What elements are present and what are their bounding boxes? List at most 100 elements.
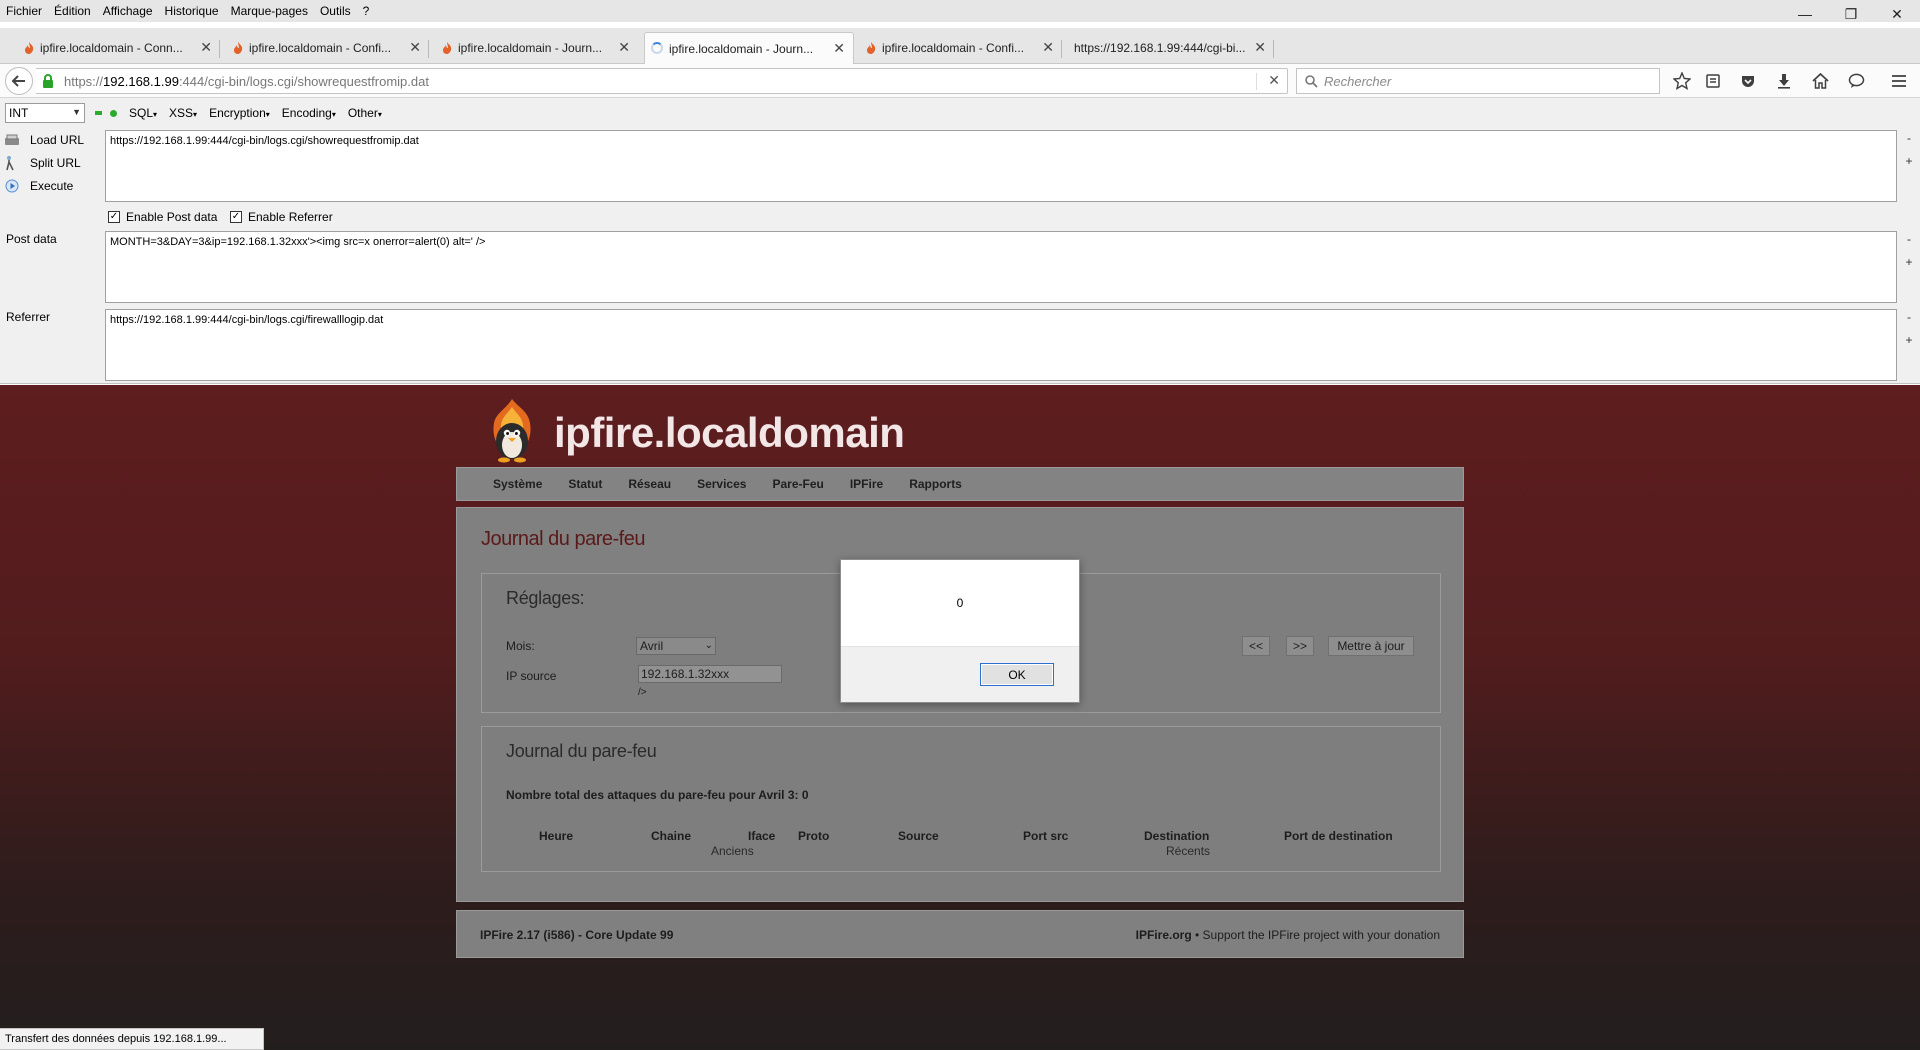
ipfire-flame-icon	[867, 42, 876, 54]
menu-affichage[interactable]: Affichage	[97, 1, 159, 21]
close-icon[interactable]: ✕	[200, 39, 212, 56]
int-select-value: INT	[9, 106, 29, 120]
load-url-button[interactable]: Load URL	[4, 130, 84, 150]
referrer-expand-button[interactable]: +	[1904, 329, 1914, 352]
bookmark-star-icon[interactable]	[1671, 70, 1693, 92]
close-icon[interactable]: ✕	[1042, 39, 1054, 56]
back-arrow-icon	[11, 75, 25, 87]
menu-historique[interactable]: Historique	[159, 1, 225, 21]
lock-icon[interactable]	[42, 74, 56, 88]
menu-aide[interactable]: ?	[357, 1, 376, 21]
close-icon[interactable]: ✕	[833, 40, 845, 57]
ip-source-input[interactable]: 192.168.1.32xxx	[638, 665, 782, 683]
post-data-textarea[interactable]: MONTH=3&DAY=3&ip=192.168.1.32xxx'><img s…	[105, 231, 1897, 303]
nav-services[interactable]: Services	[697, 477, 746, 491]
status-bar: Transfert des données depuis 192.168.1.9…	[0, 1028, 264, 1050]
nav-ipfire[interactable]: IPFire	[850, 477, 883, 491]
nav-pare-feu[interactable]: Pare-Feu	[772, 477, 823, 491]
month-select[interactable]: Avril ⌄	[636, 637, 716, 655]
older-link[interactable]: Anciens	[711, 844, 754, 858]
tab-label: ipfire.localdomain - Confi...	[882, 41, 1025, 55]
tab-separator	[428, 40, 429, 58]
search-input[interactable]: Rechercher	[1296, 68, 1660, 94]
tab-6[interactable]: https://192.168.1.99:444/cgi-bi... ✕	[1066, 32, 1274, 64]
encryption-menu[interactable]: Encryption▾	[209, 106, 270, 120]
split-url-button[interactable]: Split URL	[4, 153, 81, 173]
alert-dialog: 0 OK	[840, 559, 1080, 703]
ok-button[interactable]: OK	[980, 663, 1054, 686]
column-chaine: Chaine	[651, 829, 692, 843]
home-icon[interactable]	[1809, 70, 1831, 92]
ipfire-flame-icon	[25, 42, 34, 54]
chat-bubble-icon[interactable]	[1845, 70, 1867, 92]
enable-post-checkbox[interactable]: ✓ Enable Post data	[108, 210, 217, 224]
navigation-bar: https://192.168.1.99:444/cgi-bin/logs.cg…	[0, 64, 1920, 98]
url-bar[interactable]: https://192.168.1.99:444/cgi-bin/logs.cg…	[36, 68, 1288, 94]
tab-5[interactable]: ipfire.localdomain - Confi... ✕	[858, 32, 1062, 64]
search-icon	[1305, 74, 1318, 88]
nav-rapports[interactable]: Rapports	[909, 477, 962, 491]
url-text[interactable]: https://192.168.1.99:444/cgi-bin/logs.cg…	[64, 74, 429, 89]
nav-reseau[interactable]: Réseau	[628, 477, 671, 491]
referrer-textarea[interactable]: https://192.168.1.99:444/cgi-bin/logs.cg…	[105, 309, 1897, 381]
back-button[interactable]	[5, 67, 33, 95]
column-port-src: Port src	[1023, 829, 1069, 843]
minimize-button[interactable]: —	[1782, 0, 1828, 28]
close-icon[interactable]: ✕	[409, 39, 421, 56]
tab-2[interactable]: ipfire.localdomain - Confi... ✕	[225, 32, 429, 64]
hackbar-toolbar: INT ▼ SQL▾ XSS▾ Encryption▾ Encoding▾ Ot…	[0, 102, 1920, 124]
reading-list-icon[interactable]	[1702, 70, 1724, 92]
sql-menu[interactable]: SQL▾	[129, 106, 157, 120]
xss-menu[interactable]: XSS▾	[169, 106, 197, 120]
load-url-icon	[4, 132, 20, 148]
web-page: ipfire.localdomain Système Statut Réseau…	[0, 385, 1920, 1050]
execute-button[interactable]: Execute	[4, 176, 73, 196]
int-select[interactable]: INT ▼	[5, 103, 85, 123]
firewall-log-legend: Journal du pare-feu	[506, 741, 657, 761]
update-button[interactable]: Mettre à jour	[1328, 636, 1414, 656]
nav-systeme[interactable]: Système	[493, 477, 542, 491]
post-shrink-button[interactable]: -	[1904, 228, 1914, 251]
column-port-destination: Port de destination	[1284, 829, 1393, 843]
clear-url-icon[interactable]: ✕	[1268, 72, 1280, 89]
increase-icon[interactable]	[110, 109, 117, 117]
tab-4-active[interactable]: ipfire.localdomain - Journ... ✕	[644, 32, 854, 65]
column-source: Source	[898, 829, 939, 843]
tab-1[interactable]: ipfire.localdomain - Conn... ✕	[16, 32, 220, 64]
ipfire-org-link[interactable]: IPFire.org	[1136, 928, 1192, 942]
nav-statut[interactable]: Statut	[568, 477, 602, 491]
post-expand-button[interactable]: +	[1904, 251, 1914, 274]
pocket-icon[interactable]	[1737, 70, 1759, 92]
checkbox-checked-icon: ✓	[108, 211, 120, 223]
tab-3[interactable]: ipfire.localdomain - Journ... ✕	[434, 32, 638, 64]
tab-strip: ipfire.localdomain - Conn... ✕ ipfire.lo…	[0, 28, 1920, 84]
encoding-menu[interactable]: Encoding▾	[282, 106, 336, 120]
restore-button[interactable]: ❐	[1828, 0, 1874, 28]
menu-marque-pages[interactable]: Marque-pages	[225, 1, 314, 21]
menubar: Fichier Édition Affichage Historique Mar…	[0, 0, 1920, 22]
tab-label: ipfire.localdomain - Journ...	[458, 41, 603, 55]
url-textarea[interactable]: https://192.168.1.99:444/cgi-bin/logs.cg…	[105, 130, 1897, 202]
url-expand-button[interactable]: +	[1904, 150, 1914, 173]
menu-fichier[interactable]: Fichier	[0, 1, 48, 21]
referrer-shrink-button[interactable]: -	[1904, 306, 1914, 329]
download-icon[interactable]	[1773, 70, 1795, 92]
site-title: ipfire.localdomain	[554, 409, 905, 456]
other-menu[interactable]: Other▾	[348, 106, 382, 120]
hamburger-menu-icon[interactable]	[1888, 70, 1910, 92]
chevron-down-icon: ⌄	[704, 640, 713, 651]
previous-button[interactable]: <<	[1242, 636, 1270, 656]
menu-outils[interactable]: Outils	[314, 1, 357, 21]
next-button[interactable]: >>	[1286, 636, 1314, 656]
enable-referrer-checkbox[interactable]: ✓ Enable Referrer	[230, 210, 333, 224]
alert-message: 0	[956, 596, 964, 610]
menu-edition[interactable]: Édition	[48, 1, 97, 21]
newer-link[interactable]: Récents	[1166, 844, 1210, 858]
url-shrink-button[interactable]: -	[1904, 127, 1914, 150]
referrer-label: Referrer	[6, 310, 51, 324]
close-icon[interactable]: ✕	[618, 39, 630, 56]
ipfire-flame-icon	[443, 42, 452, 54]
close-icon[interactable]: ✕	[1254, 39, 1266, 56]
decrease-icon[interactable]	[95, 111, 102, 115]
close-window-button[interactable]: ✕	[1874, 0, 1920, 28]
